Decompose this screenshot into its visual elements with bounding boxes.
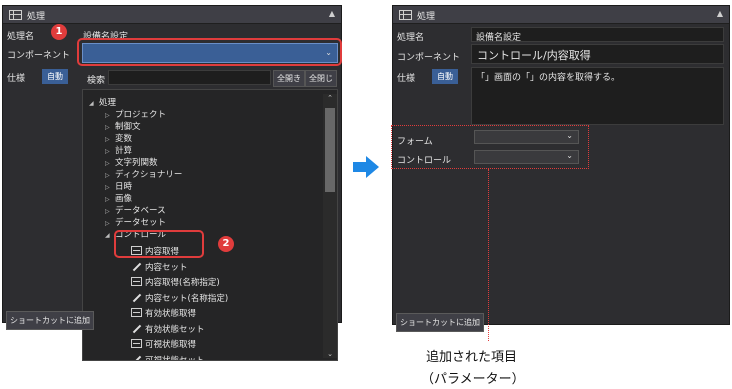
tree-root-process[interactable]: ◢ 処理 — [89, 96, 116, 108]
add-shortcut-button[interactable]: ショートカットに追加 — [6, 311, 94, 330]
spec-auto-badge[interactable]: 自動 — [432, 69, 458, 84]
caret-expanded-icon: ◢ — [89, 100, 94, 107]
step-marker-1: 1 — [51, 24, 67, 40]
search-label: 検索 — [87, 76, 106, 86]
caret-collapsed-icon: ▷ — [105, 208, 110, 215]
tree-folder[interactable]: ▷ 日時 — [105, 180, 132, 192]
right-panel-title: 処理 — [417, 12, 436, 22]
tree-folder[interactable]: ▷ ディクショナリー — [105, 168, 182, 180]
tree-item[interactable]: 内容取得(名称指定) — [131, 276, 220, 288]
tree-item-label: 有効状態セット — [145, 324, 205, 335]
component-field[interactable]: コントロール/内容取得 — [471, 44, 724, 64]
tree-scrollbar[interactable]: ⌃ ⌄ — [323, 94, 337, 358]
tree-item[interactable]: 有効状態取得 — [131, 307, 196, 319]
tree-folder[interactable]: ▷ 変数 — [105, 132, 132, 144]
grid-icon — [131, 277, 142, 286]
content-get-highlight-box — [114, 230, 204, 258]
collapse-all-button[interactable]: 全閉じ — [305, 70, 337, 87]
right-panel-header[interactable]: 処理 ▲ — [393, 6, 729, 24]
scroll-down-icon[interactable]: ⌄ — [323, 350, 337, 358]
spec-label: 仕様 — [7, 74, 26, 84]
scroll-thumb[interactable] — [325, 108, 335, 192]
arrow-right-icon — [353, 156, 379, 178]
component-highlight-box — [77, 38, 342, 66]
caret-collapsed-icon: ▷ — [105, 172, 110, 179]
process-name-label: 処理名 — [7, 32, 35, 42]
caret-collapsed-icon: ▷ — [105, 196, 110, 203]
tree-folder-label: データセット — [115, 218, 167, 228]
spec-auto-badge[interactable]: 自動 — [42, 69, 68, 84]
tree-folder[interactable]: ▷ 制御文 — [105, 120, 141, 132]
tree-folder[interactable]: ▷ プロジェクト — [105, 108, 166, 120]
caret-collapsed-icon: ▷ — [105, 148, 110, 155]
tree-item[interactable]: 可視状態セット — [131, 354, 205, 361]
pen-icon — [131, 293, 142, 302]
tree-item[interactable]: 有効状態セット — [131, 323, 205, 335]
tree-folder-label: データベース — [115, 206, 166, 216]
caret-collapsed-icon: ▷ — [105, 112, 110, 119]
tree-item-label: 可視状態セット — [145, 355, 205, 361]
pen-icon — [131, 355, 142, 361]
collapse-icon[interactable]: ▲ — [717, 9, 723, 18]
caption-added-items: 追加された項目 — [426, 350, 518, 365]
tree-item-label: 有効状態取得 — [145, 309, 197, 319]
tree-item-label: 内容セット — [145, 262, 188, 273]
process-name-label: 処理名 — [397, 33, 425, 43]
tree-folder-label: ディクショナリー — [115, 170, 183, 180]
tree-item[interactable]: 内容セット(名称指定) — [131, 292, 228, 304]
tree-folder[interactable]: ▷ データベース — [105, 204, 166, 216]
caret-collapsed-icon: ▷ — [105, 184, 110, 191]
grid-icon — [131, 308, 142, 317]
tree-item-label: 可視状態取得 — [145, 340, 197, 350]
table-icon — [9, 10, 22, 20]
component-label: コンポーネント — [397, 53, 461, 63]
tree-item[interactable]: 内容セット — [131, 261, 188, 273]
added-items-highlight-box — [391, 125, 589, 169]
expand-all-button[interactable]: 全開き — [273, 70, 305, 87]
left-panel-title: 処理 — [27, 12, 46, 22]
spec-label: 仕様 — [397, 74, 416, 84]
tree-folder[interactable]: ▷ 文字列関数 — [105, 156, 158, 168]
add-shortcut-button[interactable]: ショートカットに追加 — [396, 313, 484, 332]
spec-description-field[interactable]: 「」画面の「」の内容を取得する。 — [471, 67, 724, 125]
tree-folder-label: 制御文 — [115, 122, 141, 132]
search-input[interactable] — [108, 70, 271, 85]
left-panel-header[interactable]: 処理 ▲ — [3, 6, 341, 24]
added-items-connector — [488, 169, 489, 341]
step-marker-2: 2 — [218, 236, 234, 252]
scroll-up-icon[interactable]: ⌃ — [323, 94, 337, 102]
caret-collapsed-icon: ▷ — [105, 124, 110, 131]
tree-folder[interactable]: ▷ 計算 — [105, 144, 132, 156]
process-name-field[interactable]: 設備名設定 — [471, 27, 724, 42]
component-label: コンポーネント — [7, 51, 71, 61]
process-tree: ◢ 処理 ▷ プロジェクト ▷ 制御文 ▷ 変数 ▷ 計算 ▷ 文字列関数 ▷ ディクショナリー ▷ 日時 ▷… — [82, 89, 338, 361]
grid-icon — [131, 339, 142, 348]
tree-folder-label: 画像 — [115, 194, 133, 204]
tree-folder[interactable]: ▷ 画像 — [105, 192, 132, 204]
table-icon — [399, 10, 412, 20]
collapse-icon[interactable]: ▲ — [329, 9, 335, 18]
tree-folder-label: 日時 — [115, 182, 133, 192]
tree-folder-label: 変数 — [115, 134, 133, 144]
pen-icon — [131, 324, 142, 333]
caption-parameters: （パラメーター） — [421, 372, 525, 387]
caret-collapsed-icon: ▷ — [105, 160, 110, 167]
tree-folder-label: 計算 — [115, 146, 133, 156]
tree-folder-label: プロジェクト — [115, 110, 167, 120]
tree-folder[interactable]: ▷ データセット — [105, 216, 166, 228]
tree-folder-label: 文字列関数 — [115, 158, 158, 168]
tree-item[interactable]: 可視状態取得 — [131, 338, 196, 350]
tree-item-label: 内容セット(名称指定) — [145, 293, 229, 304]
tree-item-label: 内容取得(名称指定) — [145, 278, 220, 288]
caret-collapsed-icon: ▷ — [105, 220, 110, 227]
pen-icon — [131, 262, 142, 271]
caret-collapsed-icon: ▷ — [105, 136, 110, 143]
